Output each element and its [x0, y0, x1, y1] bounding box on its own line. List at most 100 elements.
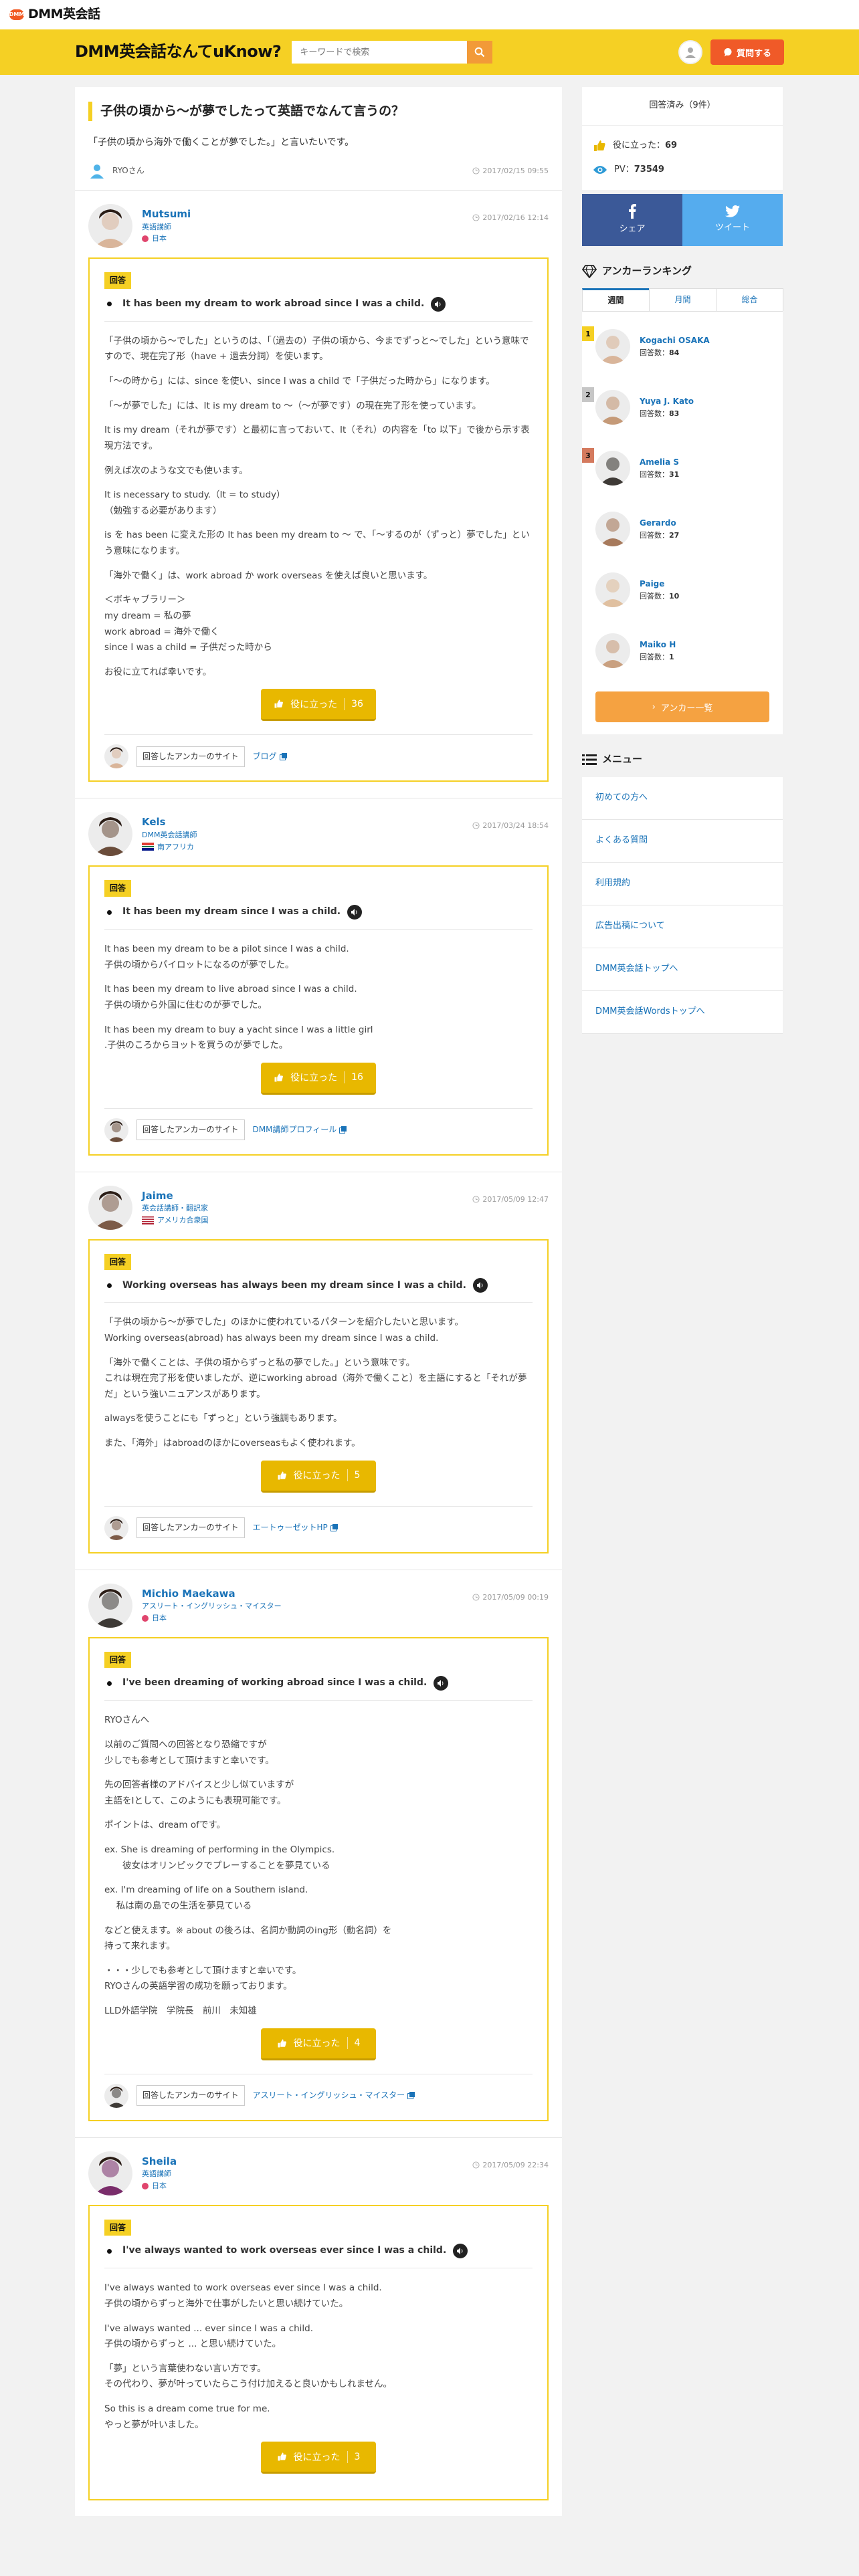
- ranking-item[interactable]: Gerardo 回答数：27: [582, 498, 783, 559]
- speaker-icon[interactable]: [347, 905, 363, 920]
- ranking-count-value: 1: [669, 652, 674, 661]
- answerer-country: 日本: [142, 1612, 282, 1624]
- ranking-avatar[interactable]: [595, 328, 630, 364]
- helpful-count: 16: [351, 1072, 363, 1083]
- footer-avatar[interactable]: [104, 1117, 128, 1142]
- answer-headline-text: It has been my dream since I was a child…: [122, 906, 341, 918]
- tab-weekly[interactable]: 週間: [582, 288, 650, 312]
- anchor-site-link[interactable]: アスリート・イングリッシュ・マイスター: [253, 2089, 415, 2102]
- ranking-item[interactable]: 3 Amelia S 回答数：31: [582, 437, 783, 498]
- speaker-icon[interactable]: [453, 2244, 468, 2259]
- answerer-name[interactable]: Sheila: [142, 2155, 177, 2169]
- answerer-avatar[interactable]: [88, 204, 132, 249]
- ranking-avatar[interactable]: [595, 572, 630, 607]
- menu-item-faq[interactable]: よくある質問: [582, 820, 783, 863]
- dmm-badge-icon[interactable]: DMM: [9, 9, 24, 20]
- rank-badge: 1: [582, 326, 594, 342]
- question-section: 子供の頃から〜が夢でしたって英語でなんて言うの？ 「子供の頃から海外で働くことが…: [75, 87, 562, 191]
- answerer-avatar[interactable]: [88, 1185, 132, 1230]
- speaker-icon[interactable]: [431, 296, 446, 312]
- helpful-label: 役に立った: [293, 2452, 341, 2463]
- helpful-button[interactable]: 役に立った 36: [261, 689, 376, 722]
- menu-item-advertising[interactable]: 広告出稿について: [582, 905, 783, 948]
- country-flag-icon: [142, 1614, 149, 1622]
- answer-text: 「子供の頃から〜でした」というのは、「（過去の）子供の頃から、今までずっと〜でし…: [104, 334, 533, 681]
- ranking-avatar[interactable]: [595, 511, 630, 546]
- helpful-button[interactable]: 役に立った 5: [261, 1460, 376, 1493]
- tab-overall[interactable]: 総合: [716, 288, 783, 312]
- answerer-avatar[interactable]: [88, 812, 132, 857]
- answer-tag: 回答: [104, 2219, 132, 2236]
- ranking-item[interactable]: Paige 回答数：10: [582, 559, 783, 620]
- menu-item-terms[interactable]: 利用規約: [582, 863, 783, 905]
- answerer-name[interactable]: Kels: [142, 816, 197, 829]
- ranking-avatar[interactable]: [595, 450, 630, 486]
- ranking-name[interactable]: Kogachi OSAKA: [640, 334, 710, 347]
- answer-paragraph: It is necessary to study.（It = to study）…: [104, 490, 286, 516]
- ranking-item[interactable]: 1 Kogachi OSAKA 回答数：84: [582, 316, 783, 377]
- ranking-name[interactable]: Yuya J. Kato: [640, 395, 694, 408]
- answerer-name[interactable]: Mutsumi: [142, 208, 191, 221]
- helpful-button[interactable]: 役に立った 16: [261, 1062, 376, 1095]
- footer-avatar[interactable]: [104, 744, 128, 769]
- anchor-site-link[interactable]: ブログ: [253, 750, 287, 763]
- answer-headline: Working overseas has always been my drea…: [104, 1278, 533, 1303]
- ranking-name[interactable]: Gerardo: [640, 517, 679, 530]
- search-button[interactable]: [467, 41, 493, 64]
- footer-avatar[interactable]: [104, 1515, 128, 1540]
- ranking-item[interactable]: 2 Yuya J. Kato 回答数：83: [582, 377, 783, 437]
- country-flag-icon: [142, 1216, 154, 1224]
- answer-paragraph: 以前のご質問への回答となり恐縮ですが 少しでも参考として頂けますと幸いです。: [104, 1739, 274, 1766]
- search-input[interactable]: [292, 41, 468, 64]
- facebook-share-button[interactable]: シェア: [582, 194, 682, 246]
- answer-paragraph: 「子供の頃から〜が夢でした」のほかに使われているパターンを紹介したいと思います。…: [104, 1317, 464, 1344]
- helpful-button[interactable]: 役に立った 4: [261, 2028, 376, 2060]
- question-body: 「子供の頃から海外で働くことが夢でした。」と言いたいです。: [88, 136, 355, 148]
- ask-question-button[interactable]: 質問する: [710, 39, 784, 65]
- menu-item-dmm-top[interactable]: DMM英会話トップへ: [582, 948, 783, 991]
- tab-monthly[interactable]: 月間: [649, 288, 717, 312]
- country-flag-icon: [142, 843, 154, 851]
- answerer-role: アスリート・イングリッシュ・マイスター: [142, 1602, 282, 1611]
- answer-date-text: 2017/05/09 00:19: [482, 1592, 549, 1602]
- answerer-name[interactable]: Jaime: [142, 1190, 208, 1203]
- rank-badge: 2: [582, 387, 594, 403]
- helpful-button[interactable]: 役に立った 3: [261, 2442, 376, 2474]
- answer-date-text: 2017/05/09 22:34: [482, 2160, 549, 2169]
- anchor-site-link[interactable]: エートゥーゼットHP: [253, 1521, 338, 1534]
- answerer-avatar[interactable]: [88, 1583, 132, 1628]
- answer-date-text: 2017/03/24 18:54: [482, 821, 549, 831]
- menu-item-words-top[interactable]: DMM英会話Wordsトップへ: [582, 991, 783, 1034]
- brand-logo[interactable]: DMM英会話: [28, 5, 100, 24]
- tweet-label: ツイート: [714, 222, 750, 233]
- question-user-name: RYOさん: [112, 165, 145, 175]
- answerer-name[interactable]: Michio Maekawa: [142, 1588, 282, 1601]
- answer-paragraph: It has been my dream to live abroad sinc…: [104, 984, 357, 1010]
- speaker-icon[interactable]: [434, 1676, 449, 1691]
- answerer-role: 英語講師: [142, 222, 171, 231]
- answerer-role: 英会話講師・翻訳家: [142, 1204, 208, 1213]
- list-icon: [582, 754, 597, 765]
- speaker-icon[interactable]: [472, 1278, 488, 1293]
- answer-date: 2017/02/16 12:14: [472, 212, 549, 223]
- footer-avatar[interactable]: [104, 2083, 128, 2108]
- anchor-site-link[interactable]: DMM講師プロフィール: [253, 1123, 347, 1136]
- answerer-avatar[interactable]: [88, 2151, 132, 2195]
- ranking-count-label: 回答数：: [640, 469, 669, 479]
- answer-footer: 回答したアンカーのサイト エートゥーゼットHP: [104, 1505, 533, 1540]
- ranking-count-value: 84: [669, 348, 680, 357]
- ranking-avatar[interactable]: [595, 389, 630, 425]
- ranking-name[interactable]: Maiko H: [640, 639, 676, 651]
- ranking-name[interactable]: Paige: [640, 578, 679, 591]
- site-title[interactable]: DMM英会話なんてuKnow?: [75, 39, 282, 64]
- ranking-item[interactable]: Maiko H 回答数：1: [582, 620, 783, 681]
- answer-paragraph: 先の回答者様のアドバイスと少し似ていますが 主語をIとして、このようにも表現可能…: [104, 1780, 294, 1806]
- anchor-list-button[interactable]: › アンカー一覧: [595, 691, 769, 723]
- external-link-icon: [330, 1524, 338, 1532]
- ranking-count-value: 27: [669, 530, 680, 540]
- ranking-name[interactable]: Amelia S: [640, 456, 679, 469]
- twitter-share-button[interactable]: ツイート: [682, 194, 783, 246]
- ranking-avatar[interactable]: [595, 633, 630, 668]
- user-avatar[interactable]: [678, 40, 702, 64]
- menu-item-beginners[interactable]: 初めての方へ: [582, 777, 783, 820]
